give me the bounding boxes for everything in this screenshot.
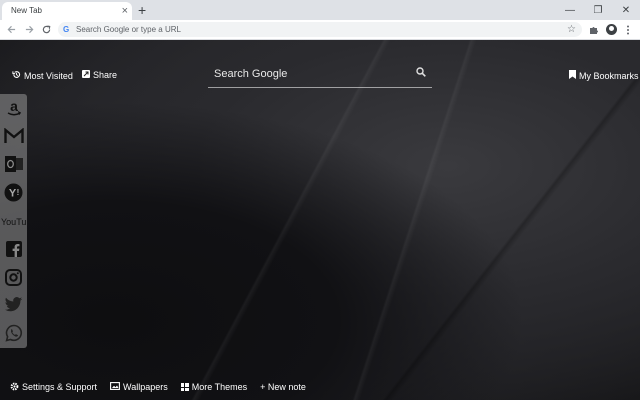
browser-toolbar: G Search Google or type a URL ☆: [0, 20, 640, 40]
close-tab-icon[interactable]: ×: [122, 2, 128, 20]
youtube-label: YouTube: [1, 217, 27, 227]
share-button[interactable]: Share: [82, 70, 117, 80]
browser-window: New Tab × + — ❐ ✕ G Search Google or typ…: [0, 0, 640, 400]
facebook-icon[interactable]: [2, 238, 25, 260]
whatsapp-icon[interactable]: [2, 322, 25, 344]
reload-icon[interactable]: [38, 20, 54, 39]
bookmark-icon: [569, 70, 576, 81]
share-icon: [82, 70, 90, 80]
twitter-icon[interactable]: [2, 294, 25, 316]
new-note-button[interactable]: + New note: [260, 382, 306, 392]
google-icon: G: [63, 25, 70, 34]
more-themes-label: More Themes: [191, 382, 248, 392]
themes-grid-icon: [180, 383, 189, 391]
my-bookmarks-button[interactable]: My Bookmarks: [569, 70, 639, 81]
tab-strip: New Tab × + — ❐ ✕: [0, 0, 640, 20]
wallpaper-icon: [110, 382, 120, 392]
minimize-icon[interactable]: —: [556, 0, 584, 20]
new-note-label: + New note: [260, 382, 306, 392]
gear-icon: [10, 382, 19, 393]
yahoo-icon[interactable]: Y!: [2, 181, 25, 203]
amazon-icon[interactable]: a: [2, 97, 25, 119]
menu-icon[interactable]: [620, 21, 636, 38]
window-controls: — ❐ ✕: [556, 0, 640, 20]
gmail-icon[interactable]: [2, 125, 25, 147]
wallpapers-label: Wallpapers: [123, 382, 168, 392]
svg-text:Y: Y: [9, 187, 17, 199]
omnibox[interactable]: G Search Google or type a URL ☆: [58, 22, 582, 37]
tab-new-tab[interactable]: New Tab ×: [2, 2, 132, 20]
search-icon[interactable]: [416, 67, 426, 77]
my-bookmarks-label: My Bookmarks: [579, 70, 639, 81]
profile-icon[interactable]: [603, 21, 619, 38]
more-themes-button[interactable]: More Themes: [180, 382, 248, 392]
youtube-icon[interactable]: YouTube: [0, 210, 27, 232]
quick-links-sidebar: a Y! YouTube: [0, 94, 27, 348]
omnibox-placeholder: Search Google or type a URL: [76, 25, 181, 34]
settings-support-button[interactable]: Settings & Support: [10, 382, 97, 393]
forward-icon[interactable]: [21, 20, 37, 39]
most-visited-label: Most Visited: [24, 70, 73, 81]
search-box[interactable]: Search Google: [208, 62, 432, 88]
most-visited-button[interactable]: Most Visited: [12, 70, 73, 81]
star-icon[interactable]: ☆: [567, 22, 576, 37]
tab-title: New Tab: [11, 6, 42, 15]
svg-text:!: !: [17, 188, 20, 197]
search-input[interactable]: Search Google: [214, 68, 287, 80]
close-window-icon[interactable]: ✕: [612, 0, 640, 20]
extensions-icon[interactable]: [586, 21, 602, 38]
bottom-bar: Settings & Support Wallpapers More Theme…: [10, 381, 319, 393]
outlook-icon[interactable]: [2, 153, 25, 175]
wallpapers-button[interactable]: Wallpapers: [110, 382, 168, 392]
newtab-background: Most Visited Share Search Google My Book…: [0, 40, 640, 400]
history-icon: [12, 70, 21, 81]
instagram-icon[interactable]: [2, 266, 25, 288]
restore-icon[interactable]: ❐: [584, 0, 612, 20]
share-label: Share: [93, 70, 118, 80]
back-icon[interactable]: [3, 20, 19, 39]
settings-support-label: Settings & Support: [22, 382, 98, 392]
svg-text:a: a: [10, 99, 18, 114]
new-tab-button[interactable]: +: [138, 1, 146, 19]
